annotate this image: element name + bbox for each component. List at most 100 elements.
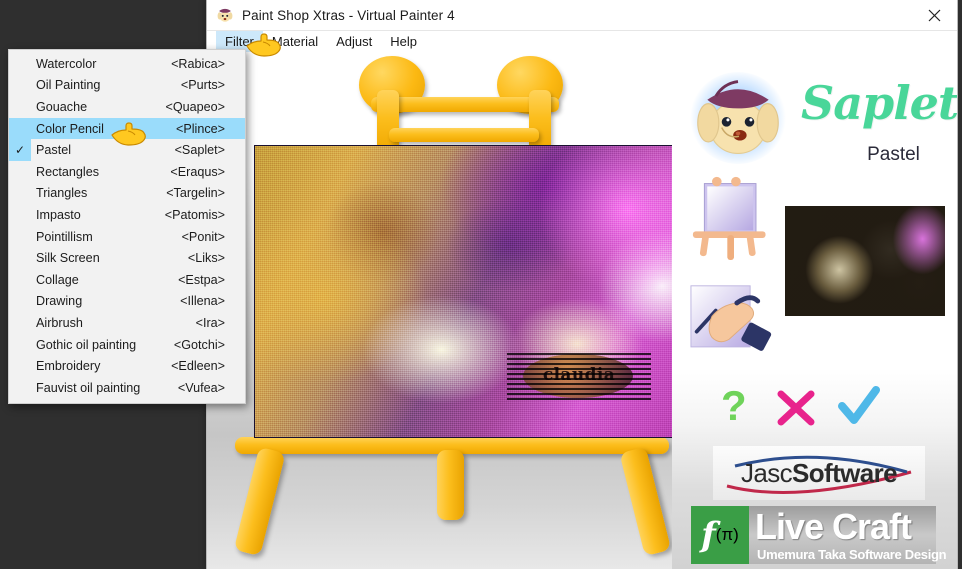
menu-item-accelerator: <Estpa> — [178, 272, 225, 287]
menu-item-label: Silk Screen — [36, 251, 100, 266]
cancel-icon[interactable] — [773, 384, 819, 430]
menu-item-gutter — [9, 183, 31, 205]
easel-leg-right — [619, 446, 672, 557]
drawing-hand-icon[interactable] — [689, 282, 775, 366]
menu-item-accelerator: <Eraqus> — [170, 164, 225, 179]
livecraft-text-block: Live Craft Umemura Taka Software Design — [749, 506, 947, 564]
livecraft-mark-pi: (π) — [715, 525, 739, 544]
mascot-dog-icon — [690, 72, 786, 164]
menu-filter-label: Filter — [225, 34, 254, 49]
easel-upright-left — [377, 90, 399, 152]
menu-item-gutter — [9, 53, 31, 75]
menu-item-label: Color Pencil — [36, 121, 104, 136]
menu-item-collage[interactable]: Collage <Estpa> — [9, 269, 245, 291]
menu-item-embroidery[interactable]: Embroidery <Edleen> — [9, 355, 245, 377]
check-icon: ✓ — [9, 139, 31, 161]
screen: Paint Shop Xtras - Virtual Painter 4 Fil… — [0, 0, 962, 569]
menu-item-drawing[interactable]: Drawing <Illena> — [9, 291, 245, 313]
jasc-logo-text: JascSoftware — [713, 458, 925, 489]
menu-item-gutter — [9, 118, 31, 140]
menu-item-accelerator: <Patomis> — [164, 207, 225, 222]
filter-brand-name: Saplet — [801, 76, 957, 130]
watermark-stripes — [507, 352, 651, 400]
menu-item-gouache[interactable]: Gouache <Quapeo> — [9, 96, 245, 118]
work-area: claudia — [207, 54, 957, 569]
menu-item-gothic-oil-painting[interactable]: Gothic oil painting <Gotchi> — [9, 334, 245, 356]
menu-item-accelerator: <Liks> — [187, 251, 225, 266]
apply-icon[interactable] — [835, 384, 881, 430]
menu-item-rectangles[interactable]: Rectangles <Eraqus> — [9, 161, 245, 183]
menu-item-accelerator: <Edleen> — [171, 359, 225, 374]
menubar: Filter Material Adjust Help — [207, 31, 957, 53]
close-icon — [928, 9, 940, 22]
menu-item-accelerator: <Saplet> — [174, 143, 225, 158]
menu-help[interactable]: Help — [381, 31, 426, 52]
close-button[interactable] — [911, 0, 957, 31]
easel: claudia — [229, 54, 680, 569]
menu-item-accelerator: <Rabica> — [171, 56, 225, 71]
menu-item-accelerator: <Ponit> — [181, 229, 225, 244]
menu-item-accelerator: <Gotchi> — [173, 337, 225, 352]
menu-item-watercolor[interactable]: Watercolor <Rabica> — [9, 53, 245, 75]
livecraft-logo: f (π) Live Craft Umemura Taka Software De… — [691, 506, 947, 564]
filter-dropdown-menu[interactable]: Watercolor <Rabica> Oil Painting <Purts> Gou… — [8, 49, 246, 404]
menu-item-gutter — [9, 377, 31, 399]
menu-help-label: Help — [390, 34, 418, 49]
menu-item-gutter — [9, 204, 31, 226]
menu-item-label: Airbrush — [36, 315, 83, 330]
window-title: Paint Shop Xtras - Virtual Painter 4 — [242, 7, 455, 23]
options-panel: Saplet Pastel ? JascSoftware f (π) Live … — [672, 54, 957, 569]
livecraft-mark-f: f — [701, 515, 716, 555]
menu-item-accelerator: <Illena> — [180, 294, 225, 309]
svg-text:?: ? — [721, 384, 747, 429]
dog-icon — [216, 6, 234, 24]
menu-item-accelerator: <Purts> — [180, 78, 225, 93]
help-icon[interactable]: ? — [711, 382, 757, 430]
menu-item-gutter — [9, 355, 31, 377]
menu-item-airbrush[interactable]: Airbrush <Ira> — [9, 312, 245, 334]
menu-item-gutter — [9, 291, 31, 313]
menu-item-gutter — [9, 226, 31, 248]
livecraft-title: Live Craft — [755, 506, 912, 547]
menu-item-label: Gothic oil painting — [36, 337, 137, 352]
menu-item-gutter — [9, 269, 31, 291]
menu-item-label: Collage — [36, 272, 79, 287]
menu-item-label: Watercolor — [36, 56, 97, 71]
easel-preview-icon[interactable] — [691, 174, 777, 260]
menu-item-gutter — [9, 75, 31, 97]
menu-item-gutter — [9, 334, 31, 356]
menu-material[interactable]: Material — [263, 31, 327, 52]
painting-canvas[interactable]: claudia — [254, 145, 680, 438]
jasc-software-logo: JascSoftware — [713, 446, 925, 500]
menu-item-pastel[interactable]: ✓ Pastel <Saplet> — [9, 139, 245, 161]
livecraft-mark-icon: f (π) — [691, 506, 749, 564]
menu-item-silk-screen[interactable]: Silk Screen <Liks> — [9, 247, 245, 269]
menu-adjust-label: Adjust — [336, 34, 373, 49]
application-window: Paint Shop Xtras - Virtual Painter 4 Fil… — [206, 0, 958, 569]
menu-item-label: Fauvist oil painting — [36, 380, 141, 395]
menu-material-label: Material — [271, 34, 319, 49]
source-image-thumbnail[interactable] — [785, 206, 945, 316]
menu-item-accelerator: <Vufea> — [177, 380, 225, 395]
easel-upright-right — [529, 90, 551, 152]
desktop-right-edge — [958, 0, 962, 569]
menu-item-fauvist-oil-painting[interactable]: Fauvist oil painting <Vufea> — [9, 377, 245, 399]
menu-item-label: Rectangles — [36, 164, 100, 179]
menu-item-label: Pastel — [36, 143, 72, 158]
easel-leg-center — [437, 450, 464, 520]
menu-item-color-pencil[interactable]: Color Pencil <Plince> — [9, 117, 245, 140]
menu-item-label: Triangles — [36, 186, 88, 201]
jasc-word: Jasc — [740, 458, 793, 488]
menu-item-impasto[interactable]: Impasto <Patomis> — [9, 204, 245, 226]
menu-item-gutter — [9, 96, 31, 118]
menu-item-gutter — [9, 161, 31, 183]
easel-leg-left — [233, 446, 286, 557]
menu-adjust[interactable]: Adjust — [327, 31, 381, 52]
easel-crossbar-mid — [389, 128, 539, 142]
filter-brand-subtitle: Pastel — [867, 144, 920, 165]
menu-item-triangles[interactable]: Triangles <Targelin> — [9, 183, 245, 205]
menu-item-oil-painting[interactable]: Oil Painting <Purts> — [9, 75, 245, 97]
livecraft-subtitle: Umemura Taka Software Design — [757, 547, 947, 562]
menu-item-label: Oil Painting — [36, 78, 101, 93]
menu-item-pointillism[interactable]: Pointillism <Ponit> — [9, 226, 245, 248]
